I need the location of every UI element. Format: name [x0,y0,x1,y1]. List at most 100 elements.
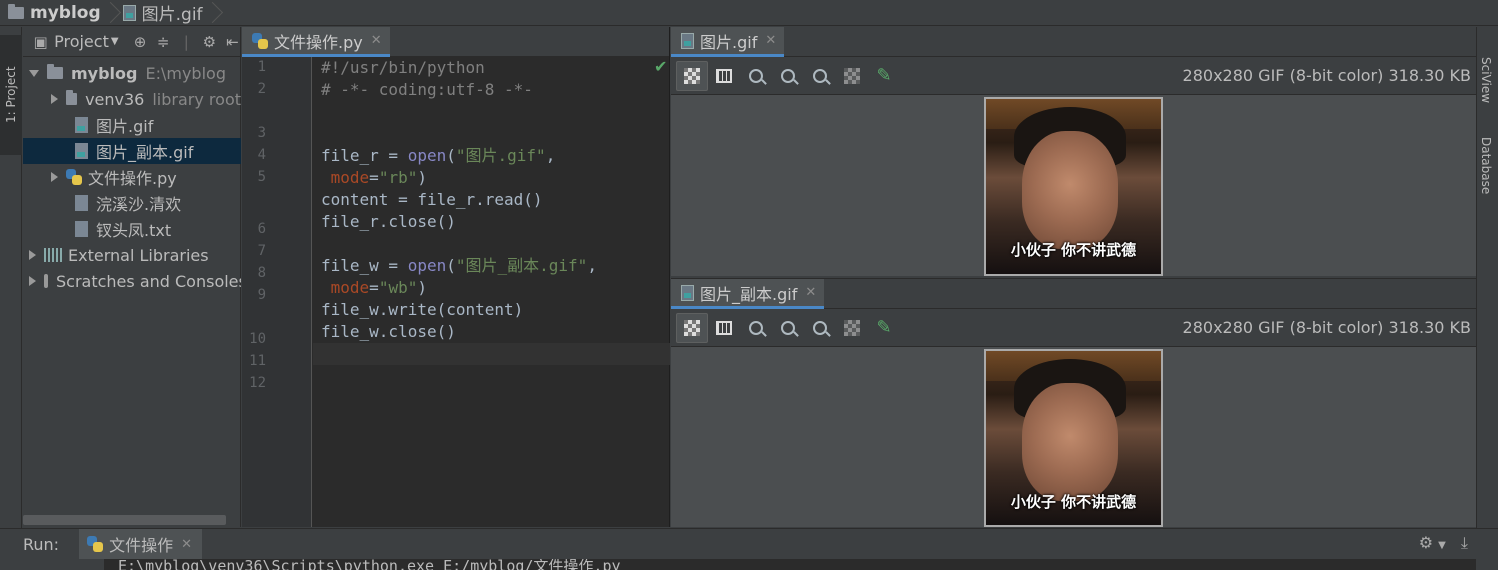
code-token: "图片.gif" [455,146,546,165]
gear-icon[interactable]: ⚙ [1419,533,1433,552]
background-button[interactable] [836,313,868,343]
tab-image-gif-copy[interactable]: 图片_副本.gif ✕ [671,279,825,309]
background-button[interactable] [836,61,868,91]
tree-item-gif-copy[interactable]: 图片_副本.gif [23,138,241,164]
zoom-out-button[interactable] [772,61,804,91]
zoom-out-icon [781,320,795,335]
horizontal-scrollbar[interactable] [23,515,226,525]
run-console-output[interactable]: E:\myblog\venv36\Scripts\python.exe E:/m… [104,559,1476,570]
chessboard-icon [684,67,700,84]
navigation-bar: myblog 图片.gif [0,0,1498,26]
gif-file-icon [122,4,136,21]
chevron-down-icon[interactable]: ▼ [111,36,119,47]
zoom-out-button[interactable] [772,313,804,343]
grid-toggle-button[interactable] [708,313,740,343]
code-token: ) [417,168,427,187]
breadcrumb-project-label: myblog [30,2,101,23]
collapse-all-icon[interactable]: ≑ [156,34,171,50]
eyedropper-icon: ✎ [876,65,892,86]
tree-item-venv36[interactable]: venv36 library root [23,86,241,112]
tab-image-gif[interactable]: 图片.gif ✕ [671,27,785,57]
python-file-icon [87,536,104,552]
color-picker-button[interactable]: ✎ [868,61,900,91]
code-line: file_w = open("图片_副本.gif", [321,255,597,277]
breadcrumb-project[interactable]: myblog [0,0,105,26]
image-face [1022,383,1118,501]
project-tool-tab[interactable]: 1: Project [0,35,22,155]
tree-item-chaitoufeng[interactable]: 钗头凤.txt [23,216,241,242]
zoom-out-icon [781,68,795,83]
tab-file-py[interactable]: 文件操作.py ✕ [242,27,390,57]
code-line: file_w.write(content) [321,300,524,319]
project-panel-title[interactable]: Project [54,32,109,51]
tree-item-scratches[interactable]: Scratches and Consoles [23,268,241,294]
code-area[interactable]: #!/usr/bin/python # -*- coding:utf-8 -*-… [321,57,597,341]
code-token: file_r = [321,146,408,165]
left-tool-strip: 1: Project [0,27,22,569]
tree-item-label: venv36 [85,89,145,109]
chevron-down-icon[interactable] [29,69,39,77]
gif-file-icon [681,32,694,49]
code-token: "wb" [378,278,418,297]
chevron-right-icon[interactable] [29,276,36,286]
actual-size-button[interactable] [804,313,836,343]
breadcrumb-file[interactable]: 图片.gif [115,0,207,26]
zoom-in-button[interactable] [740,313,772,343]
chevron-right-icon[interactable] [51,172,58,182]
chessboard-toggle-button[interactable] [676,60,708,91]
code-line: file_r.close() [321,212,456,231]
tree-item-external-libraries[interactable]: External Libraries [23,242,241,268]
breadcrumb-separator [105,0,115,26]
grid-toggle-button[interactable] [708,61,740,91]
zoom-in-icon [749,68,763,83]
code-line: #!/usr/bin/python [321,58,485,77]
close-icon[interactable]: ✕ [371,33,382,48]
hide-panel-icon[interactable]: ⤓ [1461,533,1468,552]
close-icon[interactable]: ✕ [181,537,192,552]
locate-icon[interactable]: ⊕ [133,34,148,50]
gif-file-icon [75,117,88,133]
chevron-right-icon[interactable] [51,94,58,104]
folder-icon [47,64,63,79]
line-number-gutter: 1 2 3 4 5 6 7 8 9 10 11 12 [242,57,312,527]
background-icon [844,67,860,84]
code-token: , [545,146,556,165]
hide-icon[interactable]: ⇤ [225,34,240,50]
code-token: open [407,146,447,165]
image-viewer-bottom: 图片_副本.gif ✕ ✎ 280x280 GIF (8-bit color) … [671,278,1476,527]
line-number: 3 [257,125,266,141]
line-number: 8 [257,265,266,281]
code-token: ( [446,146,456,165]
database-tool-tab[interactable]: Database [1479,137,1493,194]
actual-size-icon [813,320,827,335]
tree-item-path: E:\myblog [145,63,226,83]
python-file-icon [66,169,82,185]
actual-size-button[interactable] [804,61,836,91]
gear-icon[interactable]: ⚙ [202,34,217,50]
inspection-ok-icon[interactable]: ✔ [654,57,667,76]
run-tab[interactable]: 文件操作 ✕ [79,529,202,559]
chevron-right-icon[interactable] [29,250,36,260]
code-token: = [369,168,379,187]
color-picker-button[interactable]: ✎ [868,313,900,343]
tree-item-label: External Libraries [68,245,209,265]
sciview-tool-tab[interactable]: SciView [1479,57,1493,103]
tree-item-label: 钗头凤.txt [96,221,172,240]
code-token: open [407,256,447,275]
zoom-in-button[interactable] [740,61,772,91]
right-tool-strip: SciView Database [1476,27,1498,569]
eyedropper-icon: ✎ [876,317,892,338]
close-icon[interactable]: ✕ [805,285,816,300]
code-token: , [587,256,597,275]
line-number: 6 [257,221,266,237]
chessboard-toggle-button[interactable] [676,312,708,343]
image-toolbar: ✎ 280x280 GIF (8-bit color) 318.30 KB [671,309,1476,347]
code-token: ) [417,278,427,297]
tree-item-huanxisha[interactable]: 浣溪沙.清欢 [23,190,241,216]
tree-item-gif[interactable]: 图片.gif [23,112,241,138]
project-panel-header: ▣ Project ▼ ⊕ ≑ | ⚙ ⇤ [23,27,240,57]
tree-item-myblog[interactable]: myblog E:\myblog [23,60,241,86]
chevron-down-icon[interactable]: ▼ [1438,540,1446,551]
tree-item-py[interactable]: 文件操作.py [23,164,241,190]
close-icon[interactable]: ✕ [765,33,776,48]
